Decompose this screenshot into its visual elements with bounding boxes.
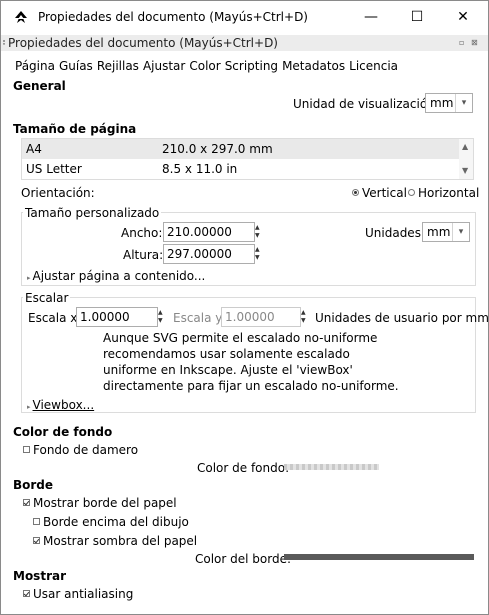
background-heading: Color de fondo — [13, 425, 113, 439]
chevron-down-icon: ▾ — [452, 223, 469, 241]
width-input[interactable]: 210.00000 ▲ ▼ — [163, 222, 260, 242]
list-item[interactable]: A4 210.0 x 297.0 mm — [22, 139, 460, 159]
page-size-dimensions: 8.5 x 11.0 in — [162, 162, 238, 176]
close-icon: ✕ — [457, 9, 469, 25]
checkerboard-label: Fondo de damero — [33, 443, 139, 457]
checkbox-checked-icon — [33, 537, 40, 544]
scale-units-text: Unidades de usuario por mm. — [315, 311, 489, 325]
antialias-label: Usar antialiasing — [33, 587, 134, 601]
minimize-button[interactable]: — — [348, 1, 394, 33]
units-select[interactable]: mm ▾ — [422, 222, 470, 242]
scale-legend: Escalar — [23, 291, 71, 305]
minimize-icon: — — [364, 9, 378, 25]
width-label: Ancho: — [121, 226, 163, 240]
document-properties-window: Propiedades del documento (Mayús+Ctrl+D)… — [0, 0, 489, 615]
antialias-checkbox[interactable]: Usar antialiasing — [23, 587, 133, 601]
height-label: Altura: — [123, 248, 164, 262]
general-heading: General — [13, 79, 66, 93]
dock-close-icon[interactable]: ⊠ — [471, 38, 478, 47]
tab-color[interactable]: Color — [189, 59, 222, 77]
checkbox-unchecked-icon — [23, 446, 30, 453]
grip-icon[interactable] — [3, 40, 7, 45]
display-heading: Mostrar — [13, 569, 66, 583]
expander-arrow-icon: ▸ — [27, 403, 31, 411]
display-units-label: Unidad de visualización: — [293, 97, 439, 111]
page-size-list[interactable]: A4 210.0 x 297.0 mm US Letter 8.5 x 11.0… — [21, 138, 474, 180]
radio-checked-icon — [352, 189, 359, 196]
close-button[interactable]: ✕ — [440, 1, 486, 33]
chevron-down-icon: ▾ — [455, 94, 472, 112]
checkbox-unchecked-icon — [33, 518, 40, 525]
height-value: 297.00000 — [167, 247, 232, 261]
orientation-vertical-radio[interactable]: Vertical — [352, 186, 407, 200]
tab-metadata[interactable]: Metadatos — [282, 59, 347, 77]
scale-note: Aunque SVG permite el escalado no-unifor… — [103, 331, 399, 393]
vertical-label: Vertical — [362, 186, 407, 200]
tab-bar: Página Guías Rejillas Ajustar Color Scri… — [15, 59, 402, 77]
orientation-horizontal-radio[interactable]: Horizontal — [408, 186, 479, 200]
height-input[interactable]: 297.00000 ▲ ▼ — [163, 244, 260, 264]
tab-guides[interactable]: Guías — [59, 59, 95, 77]
scale-x-value: 1.00000 — [80, 310, 130, 324]
spin-arrows-icon[interactable]: ▲ ▼ — [301, 309, 309, 325]
page-size-name: A4 — [26, 142, 42, 156]
list-scrollbar[interactable]: ▲ ▼ — [459, 139, 473, 179]
show-shadow-label: Mostrar sombra del papel — [43, 534, 198, 548]
title-bar[interactable]: Propiedades del documento (Mayús+Ctrl+D)… — [1, 1, 488, 33]
width-value: 210.00000 — [167, 225, 232, 239]
inkscape-logo-icon — [15, 11, 27, 23]
show-border-label: Mostrar borde del papel — [33, 496, 177, 510]
show-border-checkbox[interactable]: Mostrar borde del papel — [23, 496, 177, 510]
window-title: Propiedades del documento (Mayús+Ctrl+D) — [38, 10, 308, 24]
display-units-value: mm — [430, 96, 454, 110]
viewbox-label: Viewbox... — [32, 398, 95, 412]
border-color-button[interactable] — [284, 554, 474, 560]
background-color-label: Color de fondo: — [197, 461, 290, 475]
expander-arrow-icon: ▸ — [27, 274, 31, 282]
dock-title: Propiedades del documento (Mayús+Ctrl+D) — [8, 36, 278, 50]
page-size-heading: Tamaño de página — [13, 122, 137, 136]
border-color-label: Color del borde: — [195, 552, 292, 566]
dock-title-bar[interactable]: Propiedades del documento (Mayús+Ctrl+D)… — [1, 35, 488, 51]
custom-size-legend: Tamaño personalizado — [23, 206, 162, 220]
page-size-name: US Letter — [26, 162, 82, 176]
tab-grids[interactable]: Rejillas — [97, 59, 141, 77]
border-on-top-checkbox[interactable]: Borde encima del dibujo — [33, 515, 189, 529]
display-units-select[interactable]: mm ▾ — [425, 93, 473, 113]
maximize-button[interactable]: ☐ — [394, 1, 440, 33]
scroll-down-icon[interactable]: ▼ — [462, 166, 468, 175]
scale-y-label: Escala y: — [173, 311, 226, 325]
tab-snap[interactable]: Ajustar — [143, 59, 187, 77]
tab-scripting[interactable]: Scripting — [225, 59, 280, 77]
units-value: mm — [427, 225, 451, 239]
show-shadow-checkbox[interactable]: Mostrar sombra del papel — [33, 534, 197, 548]
spin-arrows-icon[interactable]: ▲ ▼ — [158, 309, 166, 325]
border-on-top-label: Borde encima del dibujo — [43, 515, 189, 529]
tab-page[interactable]: Página — [15, 59, 57, 77]
checkbox-checked-icon — [23, 590, 30, 597]
spin-arrows-icon[interactable]: ▲ ▼ — [255, 224, 263, 240]
fit-page-label: Ajustar página a contenido... — [32, 269, 206, 283]
list-item[interactable]: US Letter 8.5 x 11.0 in — [22, 159, 460, 179]
background-color-button[interactable] — [284, 464, 379, 470]
border-heading: Borde — [13, 478, 54, 492]
checkerboard-checkbox[interactable]: Fondo de damero — [23, 443, 138, 457]
scale-y-input[interactable]: 1.00000 ▲ ▼ — [221, 307, 306, 327]
fit-page-expander[interactable]: ▸ Ajustar página a contenido... — [27, 269, 205, 283]
tab-license[interactable]: Licencia — [349, 59, 400, 77]
scale-x-input[interactable]: 1.00000 ▲ ▼ — [76, 307, 163, 327]
scale-y-value: 1.00000 — [225, 310, 275, 324]
radio-unchecked-icon — [408, 189, 415, 196]
viewbox-expander[interactable]: ▸ Viewbox... — [27, 398, 94, 412]
page-size-dimensions: 210.0 x 297.0 mm — [162, 142, 273, 156]
orientation-label: Orientación: — [21, 186, 95, 200]
checkbox-checked-icon — [23, 499, 30, 506]
scroll-up-icon[interactable]: ▲ — [462, 142, 468, 151]
iconify-icon[interactable]: ▫ — [459, 38, 464, 47]
horizontal-label: Horizontal — [418, 186, 480, 200]
units-label: Unidades: — [365, 226, 425, 240]
scale-x-label: Escala x: — [28, 311, 82, 325]
spin-arrows-icon[interactable]: ▲ ▼ — [255, 246, 263, 262]
maximize-icon: ☐ — [410, 9, 424, 25]
